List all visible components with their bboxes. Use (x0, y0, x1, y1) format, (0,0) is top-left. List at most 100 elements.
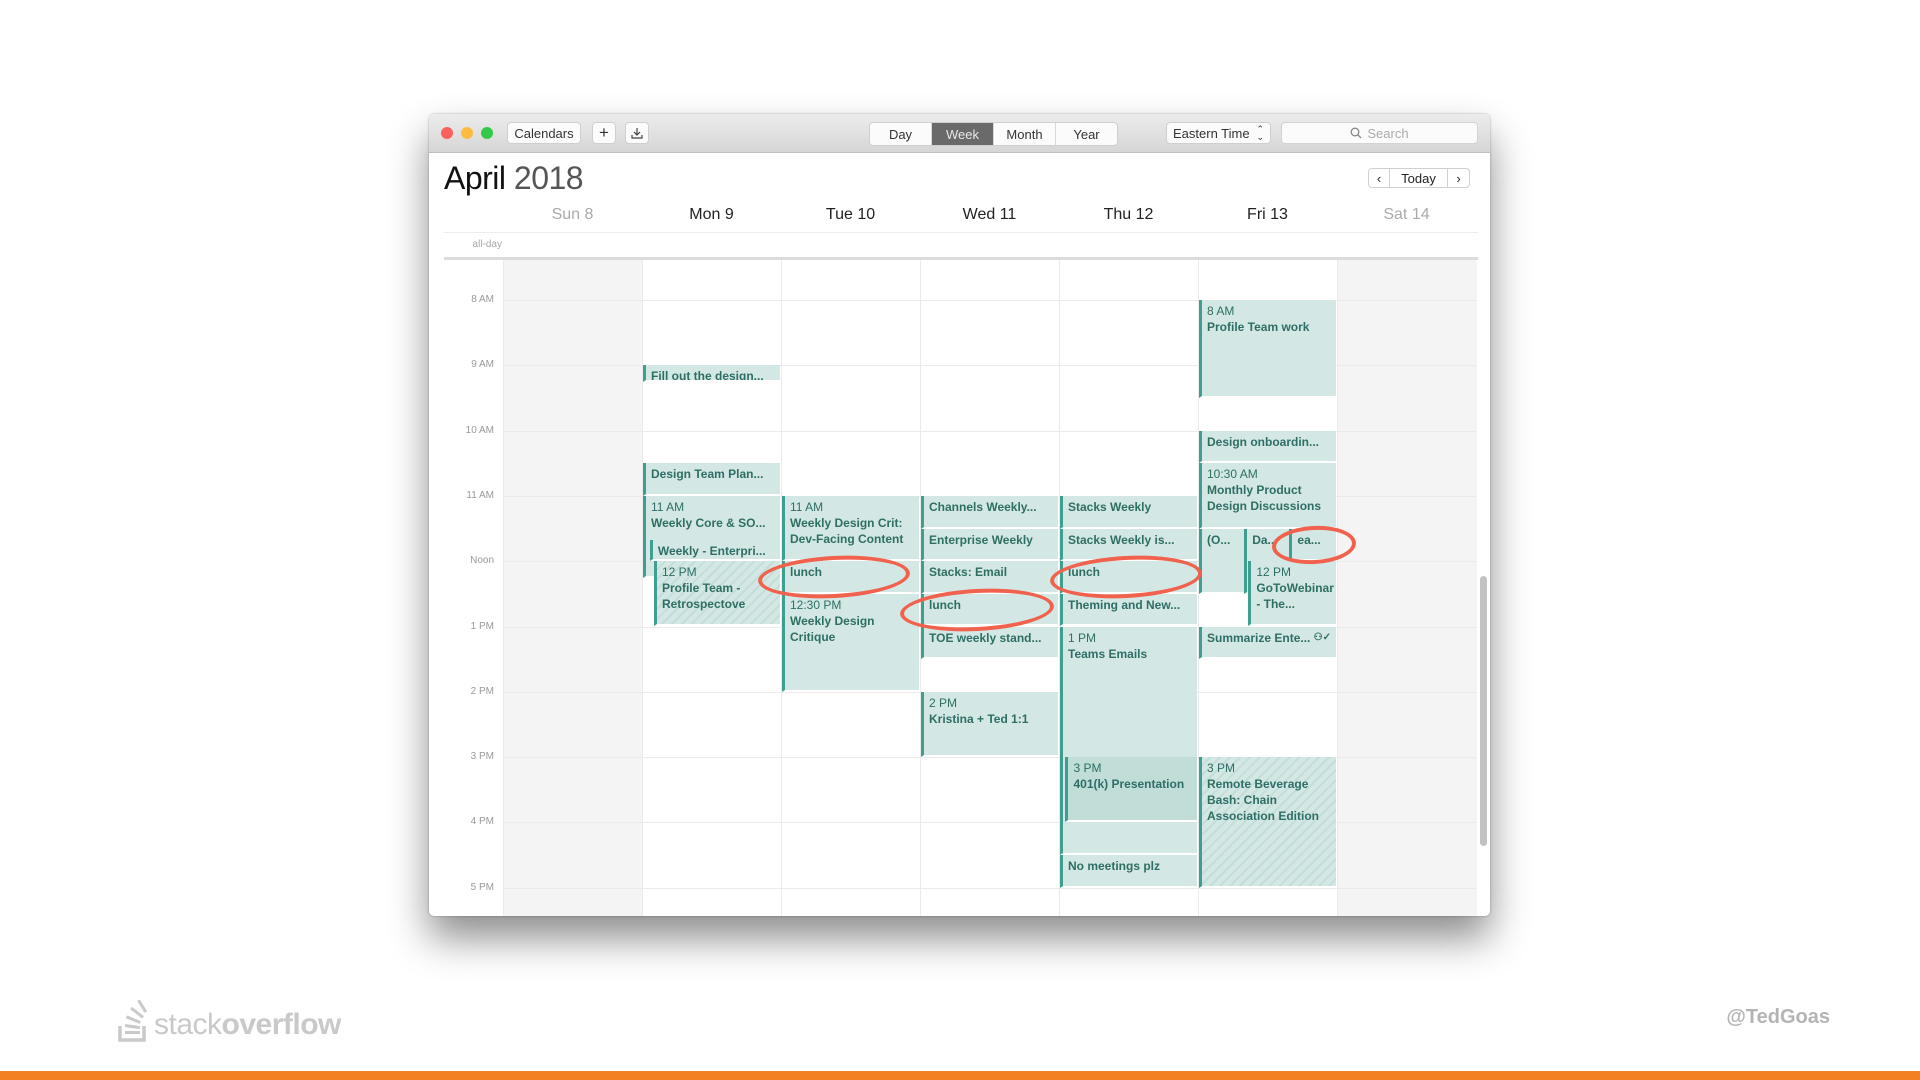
day-header[interactable]: Tue 10 (781, 206, 920, 224)
import-button[interactable] (625, 122, 649, 144)
event-title: Fill out the design... (651, 369, 764, 382)
vertical-scrollbar[interactable] (1480, 576, 1487, 846)
tab-day[interactable]: Day (870, 123, 932, 145)
prev-week-button[interactable]: ‹ (1368, 168, 1390, 188)
event-title: (O... (1207, 532, 1231, 547)
event-title: Channels Weekly... (929, 499, 1037, 514)
hour-label: 9 AM (471, 359, 494, 371)
search-icon (1350, 127, 1362, 139)
timezone-select[interactable]: Eastern Time ⌃ ⌄ (1166, 122, 1271, 144)
day-header[interactable]: Mon 9 (642, 206, 781, 224)
hour-label: 1 PM (470, 620, 494, 632)
calendar-event[interactable]: Fill out the design... (643, 365, 780, 382)
calendar-event[interactable]: 3 PM Remote Beverage Bash: Chain Associat… (1199, 757, 1336, 888)
calendar-event[interactable]: 2 PM Kristina + Ted 1:1 (921, 691, 1058, 758)
month-title: April 2018 (444, 160, 584, 197)
hour-label: 5 PM (470, 881, 494, 893)
logo-text-bold: overflow (221, 1008, 342, 1041)
twitter-handle: @TedGoas (1726, 1006, 1830, 1028)
day-header[interactable]: Sun 8 (503, 206, 642, 224)
calendar-event[interactable]: TOE weekly stand... (921, 626, 1058, 660)
calendar-event[interactable]: No meetings plz (1060, 855, 1197, 888)
tab-month[interactable]: Month (994, 123, 1056, 145)
event-time: 11 AM (790, 499, 824, 514)
year: 2018 (513, 160, 584, 196)
event-title: 401(k) Presentation (1073, 777, 1185, 792)
hour-label: Noon (470, 555, 494, 567)
toolbar: Calendars + Day Week Month Year Eastern … (429, 114, 1490, 153)
event-title: Teams Emails (1068, 646, 1148, 661)
event-time: 2 PM (929, 695, 958, 710)
all-day-row: all-day (444, 232, 1478, 260)
calendar-event[interactable]: (O... (1199, 528, 1245, 594)
event-title: Monthly Product Design Discussions (1207, 483, 1322, 514)
day-header[interactable]: Wed 11 (920, 206, 1059, 224)
tab-year[interactable]: Year (1056, 123, 1117, 145)
day-header[interactable]: Sat 14 (1337, 206, 1476, 224)
updown-chevron-icon: ⌃ ⌄ (1256, 124, 1264, 142)
day-column[interactable] (503, 260, 643, 916)
event-title: Design onboardin... (1207, 434, 1320, 449)
calendar-event[interactable]: 3 PM 401(k) Presentation (1065, 757, 1197, 823)
event-title: TOE weekly stand... (929, 630, 1042, 645)
logo-text-light: stack (154, 1008, 222, 1041)
event-title: Kristina + Ted 1:1 (929, 711, 1029, 726)
calendar-event[interactable]: 11 AM Weekly Design Crit: Dev-Facing Cont… (782, 495, 919, 562)
plus-icon: + (599, 123, 609, 142)
day-header[interactable]: Thu 12 (1059, 206, 1198, 224)
view-switcher: Day Week Month Year (869, 122, 1118, 146)
calendar-window: Calendars + Day Week Month Year Eastern … (429, 114, 1490, 916)
day-column[interactable] (1337, 260, 1477, 916)
hour-label: 4 PM (470, 816, 494, 828)
event-title: No meetings plz (1068, 859, 1161, 874)
event-title: Weekly Design Critique (790, 613, 875, 644)
event-title: Enterprise Weekly (929, 532, 1033, 547)
hour-label: 2 PM (470, 685, 494, 697)
close-button[interactable] (441, 127, 453, 139)
hour-label: 11 AM (466, 489, 494, 501)
zoom-button[interactable] (481, 127, 493, 139)
date-navigation: ‹ Today › (1368, 168, 1470, 188)
calendars-button[interactable]: Calendars (507, 122, 581, 144)
month-name: April (444, 160, 506, 196)
logo-wordmark: stackoverflow (154, 1008, 341, 1042)
calendar-event[interactable]: Design onboardin... (1199, 430, 1336, 464)
minimize-button[interactable] (461, 127, 473, 139)
event-title: Profile Team work (1207, 320, 1310, 334)
event-title: Stacks Weekly is... (1068, 532, 1175, 547)
event-title: Weekly - Enterpri... (657, 543, 766, 558)
tab-week[interactable]: Week (932, 123, 994, 145)
next-week-button[interactable]: › (1448, 168, 1470, 188)
calendar-event[interactable]: 12 PM Profile Team - Retrospectove (653, 561, 780, 627)
calendar-event[interactable]: Summarize Ente... ⚇✓ (1199, 626, 1336, 660)
calendar-event[interactable]: 10:30 AM Monthly Product Design Discussio… (1199, 463, 1336, 529)
calendar-event[interactable]: 8 AM Profile Team work (1199, 300, 1336, 398)
today-button[interactable]: Today (1390, 168, 1448, 188)
calendar-event[interactable]: 12:30 PM Weekly Design Critique (782, 593, 919, 692)
search-input[interactable]: Search (1281, 122, 1478, 144)
calendar-event[interactable]: Theming and New... (1060, 593, 1197, 627)
event-title: Stacks Weekly (1068, 499, 1152, 514)
event-time: 1 PM (1068, 630, 1097, 645)
event-time: 8 AM (1207, 304, 1235, 318)
calendar-event[interactable]: Stacks Weekly (1060, 495, 1197, 529)
hour-label: 10 AM (465, 424, 494, 436)
chevron-right-icon: › (1456, 170, 1461, 186)
calendar-event[interactable]: Enterprise Weekly (921, 528, 1058, 562)
event-time: 3 PM (1073, 761, 1102, 776)
chevron-left-icon: ‹ (1376, 170, 1382, 186)
timezone-value: Eastern Time (1173, 125, 1250, 141)
calendar-event[interactable]: Weekly - Enterpri... (649, 539, 780, 562)
calendar-event[interactable]: Channels Weekly... (921, 495, 1058, 529)
day-header[interactable]: Fri 13 (1198, 206, 1337, 224)
calendar-event[interactable]: 12 PM GoToWebinar - The... (1248, 561, 1336, 627)
add-event-button[interactable]: + (592, 122, 616, 144)
search-placeholder: Search (1367, 125, 1409, 141)
download-icon (631, 128, 643, 139)
event-time: 3 PM (1207, 761, 1236, 776)
event-title: Theming and New... (1068, 597, 1181, 612)
event-title: Stacks: Email (929, 565, 1008, 580)
event-title: Summarize Ente... (1207, 630, 1311, 645)
event-title: Profile Team - Retrospectove (661, 581, 746, 612)
calendar-event[interactable]: Design Team Plan... (643, 463, 780, 496)
